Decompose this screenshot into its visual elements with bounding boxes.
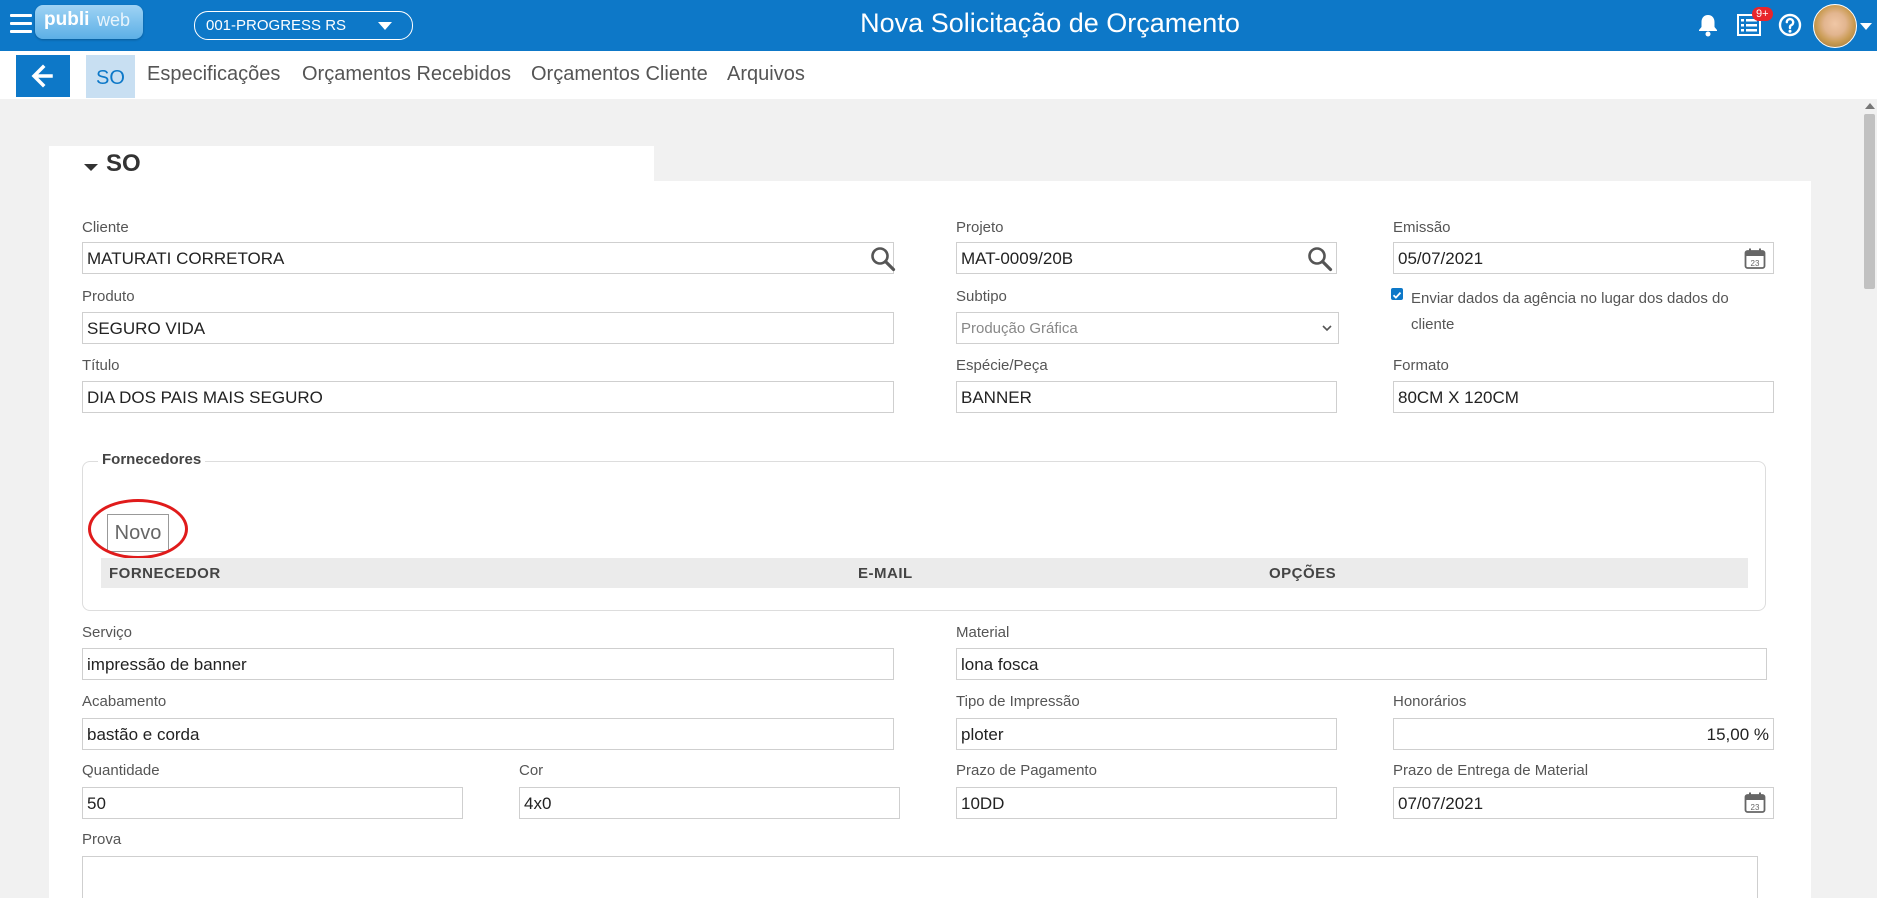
tab-especificacoes[interactable]: Especificações: [147, 63, 280, 86]
produto-label: Produto: [82, 288, 135, 305]
search-icon[interactable]: [1307, 246, 1333, 272]
especie-input[interactable]: BANNER: [956, 381, 1337, 413]
honorarios-label: Honorários: [1393, 693, 1467, 710]
tab-orcamentos-cliente[interactable]: Orçamentos Cliente: [531, 63, 708, 86]
enviar-dados-label[interactable]: Enviar dados da agência no lugar dos dad…: [1411, 286, 1751, 338]
svg-text:23: 23: [1751, 259, 1760, 268]
quantidade-label: Quantidade: [82, 762, 160, 779]
subtipo-label: Subtipo: [956, 288, 1007, 305]
caret-down-icon: [378, 22, 392, 30]
column-header-fornecedor[interactable]: FORNECEDOR: [109, 565, 221, 582]
svg-text:23: 23: [1751, 803, 1760, 812]
tab-orcamentos-recebidos[interactable]: Orçamentos Recebidos: [302, 63, 511, 86]
calendar-icon[interactable]: 23: [1744, 792, 1766, 814]
company-select[interactable]: 001-PROGRESS RS: [194, 11, 413, 40]
acabamento-label: Acabamento: [82, 693, 167, 710]
caret-down-icon[interactable]: [84, 164, 98, 171]
cor-input[interactable]: 4x0: [519, 787, 900, 819]
emissao-input[interactable]: 05/07/2021: [1393, 242, 1774, 274]
prova-label: Prova: [82, 831, 122, 848]
menu-icon[interactable]: [10, 14, 32, 38]
cliente-input[interactable]: MATURATI CORRETORA: [82, 242, 894, 274]
material-input[interactable]: lona fosca: [956, 648, 1767, 680]
chevron-down-icon[interactable]: [1860, 23, 1872, 30]
titulo-input[interactable]: DIA DOS PAIS MAIS SEGURO: [82, 381, 894, 413]
enviar-dados-checkbox[interactable]: [1391, 288, 1403, 300]
subtipo-select[interactable]: Produção Gráfica: [956, 312, 1339, 344]
titulo-label: Título: [82, 357, 120, 374]
projeto-input[interactable]: MAT-0009/20B: [956, 242, 1337, 274]
cliente-label: Cliente: [82, 219, 129, 236]
honorarios-input[interactable]: 15,00 %: [1393, 718, 1774, 750]
back-button[interactable]: [16, 55, 70, 97]
servico-input[interactable]: impressão de banner: [82, 648, 894, 680]
tab-so[interactable]: SO: [86, 55, 135, 98]
logo: publi web: [35, 5, 143, 39]
logo-text-left: publi: [44, 9, 90, 30]
fornecedores-table-header: FORNECEDOR E-MAIL OPÇÕES: [101, 558, 1748, 588]
checkmark-icon: [1392, 291, 1402, 299]
prazo-pagamento-input[interactable]: 10DD: [956, 787, 1337, 819]
especie-label: Espécie/Peça: [956, 357, 1048, 374]
arrow-left-icon: [31, 64, 53, 88]
prazo-pagamento-label: Prazo de Pagamento: [956, 762, 1097, 779]
section-title[interactable]: SO: [106, 150, 141, 178]
logo-text-right: web: [97, 10, 131, 30]
chevron-down-icon: [1322, 325, 1332, 332]
search-icon[interactable]: [870, 246, 896, 272]
bell-icon[interactable]: [1697, 13, 1719, 37]
calendar-icon[interactable]: 23: [1744, 248, 1766, 270]
scroll-up-icon[interactable]: [1865, 103, 1875, 109]
notification-badge: 9+: [1752, 7, 1773, 21]
material-label: Material: [956, 624, 1010, 641]
column-header-opcoes: OPÇÕES: [1269, 565, 1337, 582]
company-select-value: 001-PROGRESS RS: [206, 17, 347, 34]
produto-input[interactable]: SEGURO VIDA: [82, 312, 894, 344]
tipo-impressao-input[interactable]: ploter: [956, 718, 1337, 750]
formato-input[interactable]: 80CM X 120CM: [1393, 381, 1774, 413]
highlight-circle: [88, 499, 188, 559]
emissao-label: Emissão: [1393, 219, 1451, 236]
tipo-impressao-label: Tipo de Impressão: [956, 693, 1080, 710]
projeto-label: Projeto: [956, 219, 1004, 236]
prazo-entrega-label: Prazo de Entrega de Material: [1393, 762, 1589, 779]
formato-label: Formato: [1393, 357, 1449, 374]
cor-label: Cor: [519, 762, 544, 779]
prova-textarea[interactable]: [82, 856, 1758, 898]
column-header-email[interactable]: E-MAIL: [858, 565, 913, 582]
fornecedores-legend: Fornecedores: [98, 451, 206, 468]
quantidade-input[interactable]: 50: [82, 787, 463, 819]
help-icon[interactable]: [1778, 13, 1802, 37]
scrollbar-thumb[interactable]: [1864, 114, 1875, 289]
servico-label: Serviço: [82, 624, 133, 641]
tab-arquivos[interactable]: Arquivos: [727, 63, 805, 86]
avatar[interactable]: [1813, 4, 1857, 48]
acabamento-input[interactable]: bastão e corda: [82, 718, 894, 750]
fornecedores-fieldset: [82, 461, 1766, 611]
page-title: Nova Solicitação de Orçamento: [860, 8, 1240, 38]
prazo-entrega-input[interactable]: 07/07/2021: [1393, 787, 1774, 819]
tab-bar: SO Especificações Orçamentos Recebidos O…: [0, 51, 1877, 99]
